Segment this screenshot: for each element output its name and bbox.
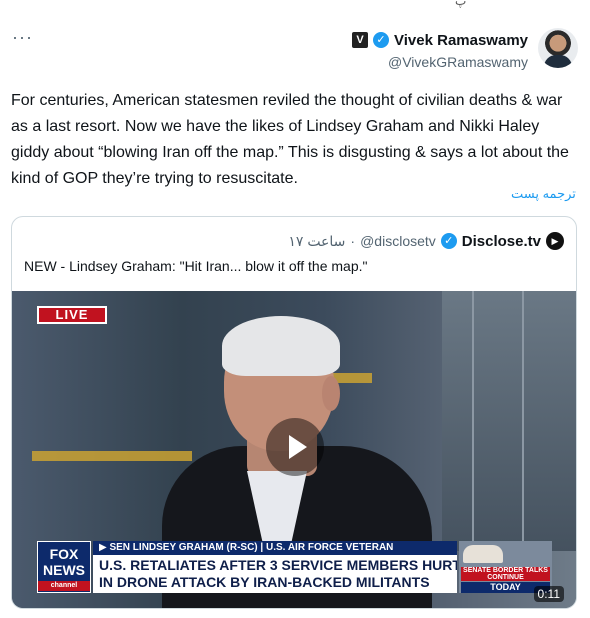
tweet-header: ··· V ✓ Vivek Ramaswamy @VivekGRamaswamy — [10, 28, 578, 72]
side-tag: SENATE BORDER TALKS CONTINUE — [461, 567, 550, 581]
play-icon[interactable] — [266, 418, 324, 476]
quoted-text: NEW - Lindsey Graham: "Hit Iran... blow … — [24, 258, 368, 274]
author-handle[interactable]: @VivekGRamaswamy — [352, 54, 528, 70]
author-display-name[interactable]: Vivek Ramaswamy — [394, 32, 528, 49]
tweet-text: For centuries, American statesmen revile… — [11, 92, 569, 187]
display-name-row: V ✓ Vivek Ramaswamy — [352, 30, 528, 50]
quoted-header: ۱۷ ساعت · @disclosetv ✓ Disclose.tv ▶ — [288, 231, 564, 251]
quoted-handle[interactable]: @disclosetv — [360, 233, 436, 249]
quoted-tweet[interactable]: ۱۷ ساعت · @disclosetv ✓ Disclose.tv ▶ NE… — [11, 216, 577, 609]
capitol-image — [463, 545, 503, 563]
video-duration: 0:11 — [533, 586, 564, 602]
live-badge: LIVE — [37, 306, 107, 324]
network-logo-line2: NEWS — [43, 562, 85, 578]
quoted-time[interactable]: ۱۷ ساعت — [288, 233, 345, 250]
network-logo-line3: channel — [38, 581, 90, 591]
quoted-separator: · — [350, 233, 356, 249]
network-logo-line1: FOX — [49, 546, 79, 562]
translate-post-link[interactable]: ترجمه پست — [511, 186, 576, 202]
verified-icon[interactable]: ✓ — [373, 32, 390, 48]
quoted-avatar-icon[interactable]: ▶ — [546, 232, 564, 250]
quoted-verified-icon: ✓ — [440, 233, 457, 249]
ear — [322, 376, 340, 411]
author-names: V ✓ Vivek Ramaswamy @VivekGRamaswamy — [352, 30, 528, 70]
avatar[interactable] — [538, 28, 578, 68]
more-options-icon[interactable]: ··· — [12, 28, 33, 46]
affiliate-badge-icon[interactable]: V — [352, 32, 369, 48]
hair — [222, 316, 340, 376]
chyron-line2: IN DRONE ATTACK BY IRAN-BACKED MILITANTS — [99, 574, 430, 590]
chyron-line1: U.S. RETALIATES AFTER 3 SERVICE MEMBERS … — [99, 557, 457, 573]
quoted-display-name[interactable]: Disclose.tv — [462, 233, 541, 250]
network-logo: FOX NEWS channel — [37, 541, 91, 593]
chyron-main: U.S. RETALIATES AFTER 3 SERVICE MEMBERS … — [93, 555, 457, 593]
tweet: ··· V ✓ Vivek Ramaswamy @VivekGRamaswamy… — [0, 0, 590, 618]
news-chyron: FOX NEWS channel ▶ SEN LINDSEY GRAHAM (R… — [37, 541, 557, 597]
video-player[interactable]: LIVE FOX NEWS channel ▶ SEN LINDSEY GRAH… — [12, 291, 576, 608]
studio-panel — [442, 291, 576, 551]
chyron-top: ▶ SEN LINDSEY GRAHAM (R-SC) | U.S. AIR F… — [93, 541, 457, 555]
